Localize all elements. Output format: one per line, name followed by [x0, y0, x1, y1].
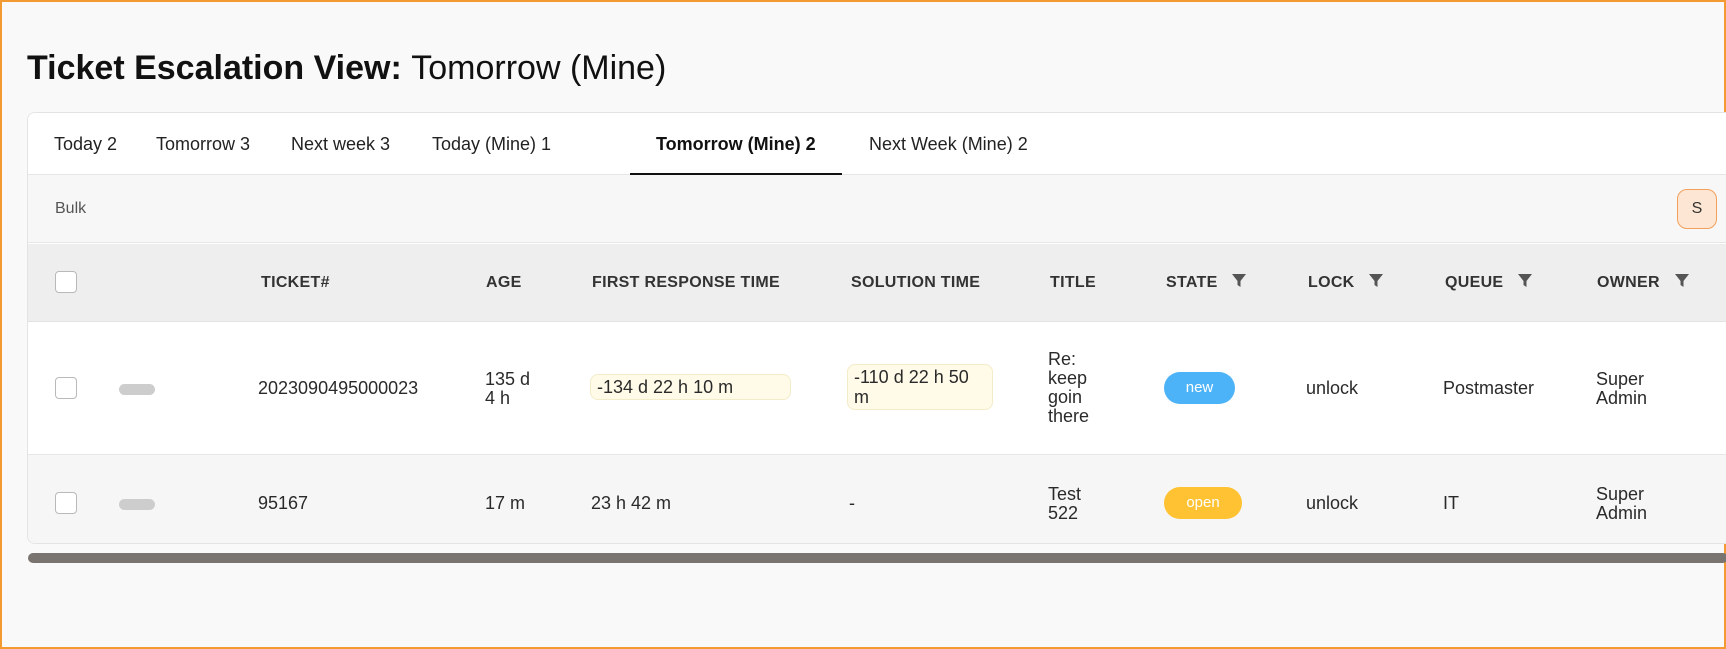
- view-tabs: Today 2 Tomorrow 3 Next week 3 Today (Mi…: [28, 113, 1726, 176]
- status-badge: open: [1164, 487, 1242, 519]
- ticket-title-line: Re:: [1048, 349, 1077, 369]
- ticket-number[interactable]: 95167: [258, 494, 308, 513]
- column-header-queue: QUEUE: [1445, 244, 1533, 322]
- page-title-label: Ticket Escalation View:: [27, 49, 402, 87]
- ticket-title-line: goin: [1048, 387, 1083, 407]
- tab-tomorrow[interactable]: Tomorrow 3: [130, 113, 276, 175]
- column-header-owner: OWNER: [1597, 244, 1689, 322]
- ticket-age-line: 135 d: [485, 369, 531, 389]
- row-checkbox[interactable]: [55, 377, 77, 399]
- ticket-title[interactable]: Re: keep goin there: [1048, 350, 1089, 426]
- horizontal-scrollbar[interactable]: [28, 553, 1726, 563]
- page-title: Ticket Escalation View: Tomorrow (Mine): [27, 46, 666, 90]
- first-response-time: 23 h 42 m: [591, 493, 672, 513]
- queue-name: Postmaster: [1443, 378, 1535, 398]
- tab-today[interactable]: Today 2: [28, 113, 143, 175]
- column-header-state: STATE: [1166, 244, 1247, 322]
- table-header: TICKET# AGE FIRST RESPONSE TIME SOLUTION…: [28, 244, 1726, 322]
- drag-handle-icon[interactable]: [119, 384, 155, 395]
- filter-icon[interactable]: [1369, 274, 1384, 288]
- queue-name: IT: [1443, 493, 1459, 513]
- solution-time-line: -110 d 22 h 50: [854, 367, 969, 387]
- first-response-time: -134 d 22 h 10 m: [590, 374, 791, 400]
- ticket-number[interactable]: 2023090495000023: [258, 379, 418, 398]
- status-badge: new: [1164, 372, 1235, 404]
- ticket-age: 17 m: [485, 493, 526, 513]
- column-header-age[interactable]: AGE: [486, 244, 522, 322]
- owner-name: Super Admin: [1596, 370, 1647, 408]
- page-title-view-name: Tomorrow (Mine): [411, 49, 667, 87]
- select-all-checkbox[interactable]: [55, 271, 77, 293]
- ticket-title-line: Test: [1048, 484, 1082, 504]
- table-row[interactable]: 95167 17 m 23 h 42 m - Test 522 open unl…: [28, 455, 1726, 543]
- column-header-first-response[interactable]: FIRST RESPONSE TIME: [592, 244, 780, 322]
- tab-tomorrow-mine[interactable]: Tomorrow (Mine) 2: [630, 113, 842, 176]
- column-header-solution-time[interactable]: SOLUTION TIME: [851, 244, 980, 322]
- column-header-lock-label[interactable]: LOCK: [1308, 274, 1355, 291]
- column-header-ticket[interactable]: TICKET#: [261, 244, 330, 322]
- owner-name: Super Admin: [1596, 485, 1647, 523]
- lock-status: unlock: [1306, 493, 1359, 513]
- owner-name-line: Admin: [1596, 503, 1648, 523]
- tab-next-week-mine[interactable]: Next Week (Mine) 2: [843, 113, 1054, 175]
- column-header-queue-label[interactable]: QUEUE: [1445, 274, 1503, 291]
- ticket-title[interactable]: Test 522: [1048, 485, 1081, 523]
- tab-today-mine[interactable]: Today (Mine) 1: [406, 113, 577, 175]
- ticket-title-line: keep: [1048, 368, 1088, 388]
- escalation-card: Today 2 Tomorrow 3 Next week 3 Today (Mi…: [27, 112, 1726, 544]
- column-header-lock: LOCK: [1308, 244, 1384, 322]
- owner-name-line: Super: [1596, 369, 1645, 389]
- table-toolbar: Bulk S: [28, 175, 1726, 243]
- ticket-age-line: 4 h: [485, 388, 511, 408]
- filter-icon[interactable]: [1232, 274, 1247, 288]
- solution-time: -: [849, 493, 855, 513]
- table-row[interactable]: 2023090495000023 135 d 4 h -134 d 22 h 1…: [28, 323, 1726, 455]
- ticket-age: 135 d 4 h: [485, 370, 530, 408]
- filter-icon[interactable]: [1674, 274, 1689, 288]
- drag-handle-icon[interactable]: [119, 499, 155, 510]
- solution-time: -110 d 22 h 50 m: [847, 364, 993, 410]
- bulk-action-button[interactable]: Bulk: [55, 175, 86, 243]
- owner-name-line: Super: [1596, 484, 1645, 504]
- row-checkbox[interactable]: [55, 492, 77, 514]
- settings-button[interactable]: S: [1677, 189, 1717, 229]
- tab-next-week[interactable]: Next week 3: [265, 113, 416, 175]
- column-header-owner-label[interactable]: OWNER: [1597, 274, 1660, 291]
- ticket-title-line: there: [1048, 406, 1090, 426]
- filter-icon[interactable]: [1518, 274, 1533, 288]
- lock-status: unlock: [1306, 378, 1359, 398]
- column-header-state-label[interactable]: STATE: [1166, 274, 1218, 291]
- ticket-title-line: 522: [1048, 503, 1079, 523]
- owner-name-line: Admin: [1596, 388, 1648, 408]
- column-header-title[interactable]: TITLE: [1050, 244, 1096, 322]
- solution-time-line: m: [854, 387, 869, 407]
